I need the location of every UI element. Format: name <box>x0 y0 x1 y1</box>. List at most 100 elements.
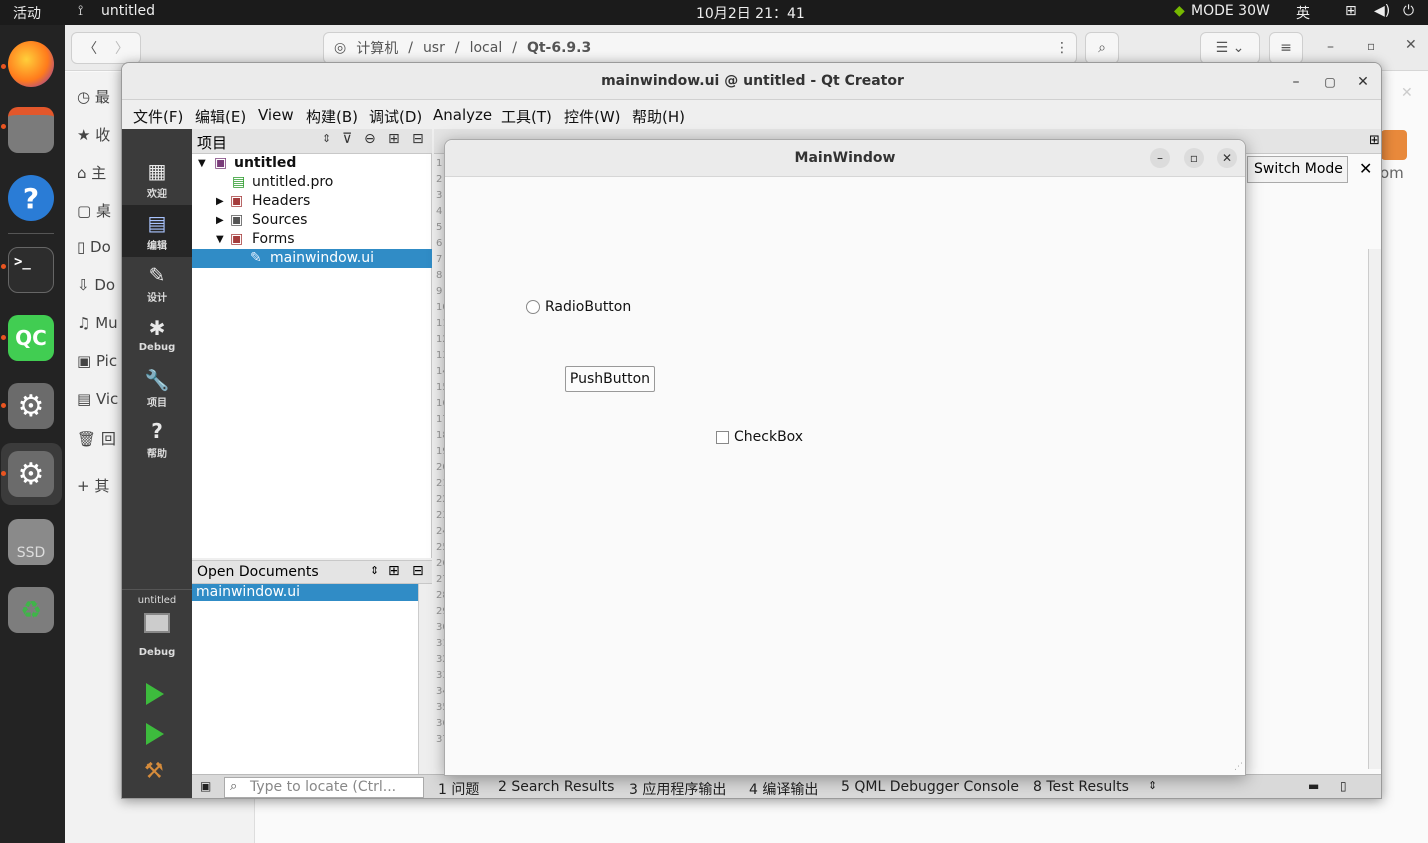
sidebar-item-videos[interactable]: ▤ Vic <box>77 390 118 408</box>
sidebar-item-home[interactable]: ⌂ 主 <box>77 162 106 183</box>
expand-arrow-icon[interactable]: ▼ <box>216 230 224 249</box>
sidebar-item-music[interactable]: ♫ Mu <box>77 314 118 332</box>
close-pane-icon[interactable]: ⊟ <box>412 563 424 579</box>
files-icon[interactable] <box>8 107 54 153</box>
minimize-icon[interactable]: – <box>1327 39 1334 55</box>
maximize-icon[interactable]: ▫ <box>1367 39 1375 53</box>
network-icon[interactable]: ⊞ <box>1345 3 1357 19</box>
close-pane-icon[interactable]: ⊟ <box>412 131 424 147</box>
radio-button-label[interactable]: RadioButton <box>545 299 631 315</box>
settings-icon-active[interactable]: ⚙ <box>8 451 54 497</box>
sort-arrows-icon[interactable]: ⇕ <box>370 564 379 577</box>
sidebar-item-recent[interactable]: ◷ 最 <box>77 86 110 107</box>
locator-input[interactable]: ⌕ Type to locate (Ctrl... <box>224 777 424 798</box>
kit-build-config[interactable]: Debug <box>122 647 192 658</box>
gpu-mode[interactable]: MODE 30W <box>1191 3 1270 19</box>
path-segment[interactable]: 计算机 <box>356 38 398 58</box>
nav-buttons[interactable]: 〈 〉 <box>71 32 141 64</box>
close-icon[interactable]: ✕ <box>1405 37 1417 53</box>
pane-test-results[interactable]: 8 Test Results <box>1033 779 1129 795</box>
pane-search-results[interactable]: 2 Search Results <box>498 779 614 795</box>
pane-qml-debugger[interactable]: 5 QML Debugger Console <box>841 779 1019 795</box>
split-icon[interactable]: ⊞ <box>388 563 400 579</box>
output-toggle-icon[interactable]: ▬ <box>1308 779 1319 793</box>
activities-button[interactable]: 活动 <box>13 3 41 23</box>
path-segment[interactable]: Qt-6.9.3 <box>527 40 591 56</box>
close-icon[interactable]: ✕ <box>1359 159 1372 178</box>
mode-design[interactable]: ✎ 设计 <box>122 257 192 309</box>
sidebar-item-starred[interactable]: ★ 收 <box>77 124 110 145</box>
tree-item-project[interactable]: untitled <box>234 154 296 173</box>
checkbox-label[interactable]: CheckBox <box>734 429 803 445</box>
collapse-arrow-icon[interactable]: ▶ <box>216 192 224 211</box>
tree-item-headers[interactable]: Headers <box>252 192 310 211</box>
split-icon[interactable]: ⊞ <box>388 131 400 147</box>
menu-help[interactable]: 帮助(H) <box>632 106 685 127</box>
back-icon[interactable]: 〈 <box>83 38 97 58</box>
forward-icon[interactable]: 〉 <box>115 38 129 58</box>
minimize-icon[interactable]: – <box>1150 148 1170 168</box>
menu-tools[interactable]: 工具(T) <box>501 106 552 127</box>
tree-item-mainwindow-ui[interactable]: mainwindow.ui <box>270 249 374 268</box>
open-documents-title[interactable]: Open Documents <box>197 564 319 580</box>
split-icon[interactable]: ⊞ <box>1369 133 1380 148</box>
mode-edit[interactable]: ▤ 编辑 <box>122 205 192 257</box>
toggle-sidebar-icon[interactable]: ▣ <box>200 779 211 793</box>
terminal-icon[interactable]: >_ <box>8 247 54 293</box>
right-sidebar-icon[interactable]: ▯ <box>1340 779 1347 793</box>
hamburger-icon[interactable]: ≡ <box>1269 32 1303 64</box>
mode-welcome[interactable]: ▦ 欢迎 <box>122 153 192 205</box>
editor-scrollbar[interactable] <box>1368 249 1381 769</box>
mode-debug[interactable]: ✱ Debug <box>122 310 192 362</box>
path-bar[interactable]: ◎ 计算机 / usr / local / Qt-6.9.3 <box>323 32 1077 64</box>
sort-arrows-icon[interactable]: ⇕ <box>322 132 331 145</box>
close-icon[interactable]: ✕ <box>1353 72 1373 92</box>
path-segment[interactable]: local <box>470 40 503 56</box>
trash-icon[interactable]: ♻ <box>8 587 54 633</box>
mode-help[interactable]: ? 帮助 <box>122 413 192 465</box>
input-method[interactable]: 英 <box>1296 3 1310 23</box>
build-hammer-icon[interactable]: ⚒ <box>144 759 164 784</box>
link-icon[interactable]: ⊖ <box>364 131 376 147</box>
tree-item-pro[interactable]: untitled.pro <box>252 173 333 192</box>
run-icon[interactable] <box>146 683 164 705</box>
clock[interactable]: 10月2日 21：41 <box>696 3 805 23</box>
switch-mode-button[interactable]: Switch Mode <box>1247 156 1348 183</box>
project-pane-title[interactable]: 项目 <box>197 132 227 153</box>
app-menu-icon[interactable]: ⟟ <box>78 3 83 19</box>
sidebar-item-trash[interactable]: 🗑 回 <box>77 428 116 449</box>
path-menu-icon[interactable]: ⋮ <box>1047 32 1077 64</box>
tree-item-forms[interactable]: Forms <box>252 230 295 249</box>
mode-projects[interactable]: 🔧 项目 <box>122 362 192 414</box>
help-app-icon[interactable]: ? <box>8 175 54 221</box>
maximize-icon[interactable]: ▢ <box>1320 72 1340 92</box>
collapse-arrow-icon[interactable]: ▶ <box>216 211 224 230</box>
settings-icon[interactable]: ⚙ <box>8 383 54 429</box>
menu-view[interactable]: View <box>258 106 294 124</box>
menu-widgets[interactable]: 控件(W) <box>564 106 621 127</box>
close-icon[interactable]: ✕ <box>1217 148 1237 168</box>
sort-arrows-icon[interactable]: ⇕ <box>1148 779 1157 792</box>
tree-item-sources[interactable]: Sources <box>252 211 307 230</box>
minimize-icon[interactable]: – <box>1286 72 1306 92</box>
sidebar-item-other[interactable]: + 其 <box>77 475 109 496</box>
menu-analyze[interactable]: Analyze <box>433 106 492 124</box>
pane-issues[interactable]: 1 问题 <box>438 779 479 798</box>
firefox-icon[interactable] <box>8 41 54 87</box>
power-icon[interactable]: ⏻ <box>1403 3 1414 19</box>
scrollbar[interactable] <box>418 584 432 774</box>
path-segment[interactable]: usr <box>423 40 445 56</box>
app-menu-label[interactable]: untitled <box>101 3 155 19</box>
volume-icon[interactable]: ◀) <box>1374 3 1390 19</box>
menu-build[interactable]: 构建(B) <box>306 106 358 127</box>
filter-icon[interactable]: ⊽ <box>342 131 352 147</box>
maximize-icon[interactable]: ▫ <box>1184 148 1204 168</box>
sidebar-item-documents[interactable]: ▯ Do <box>77 238 111 256</box>
menu-file[interactable]: 文件(F) <box>133 106 183 127</box>
menu-edit[interactable]: 编辑(E) <box>195 106 246 127</box>
ssd-drive-icon[interactable]: SSD <box>8 519 54 565</box>
sidebar-item-pictures[interactable]: ▣ Pic <box>77 352 117 370</box>
push-button[interactable]: PushButton <box>565 366 655 392</box>
search-icon[interactable]: ⌕ <box>1085 32 1119 64</box>
close-icon-faded[interactable]: ✕ <box>1401 85 1413 101</box>
